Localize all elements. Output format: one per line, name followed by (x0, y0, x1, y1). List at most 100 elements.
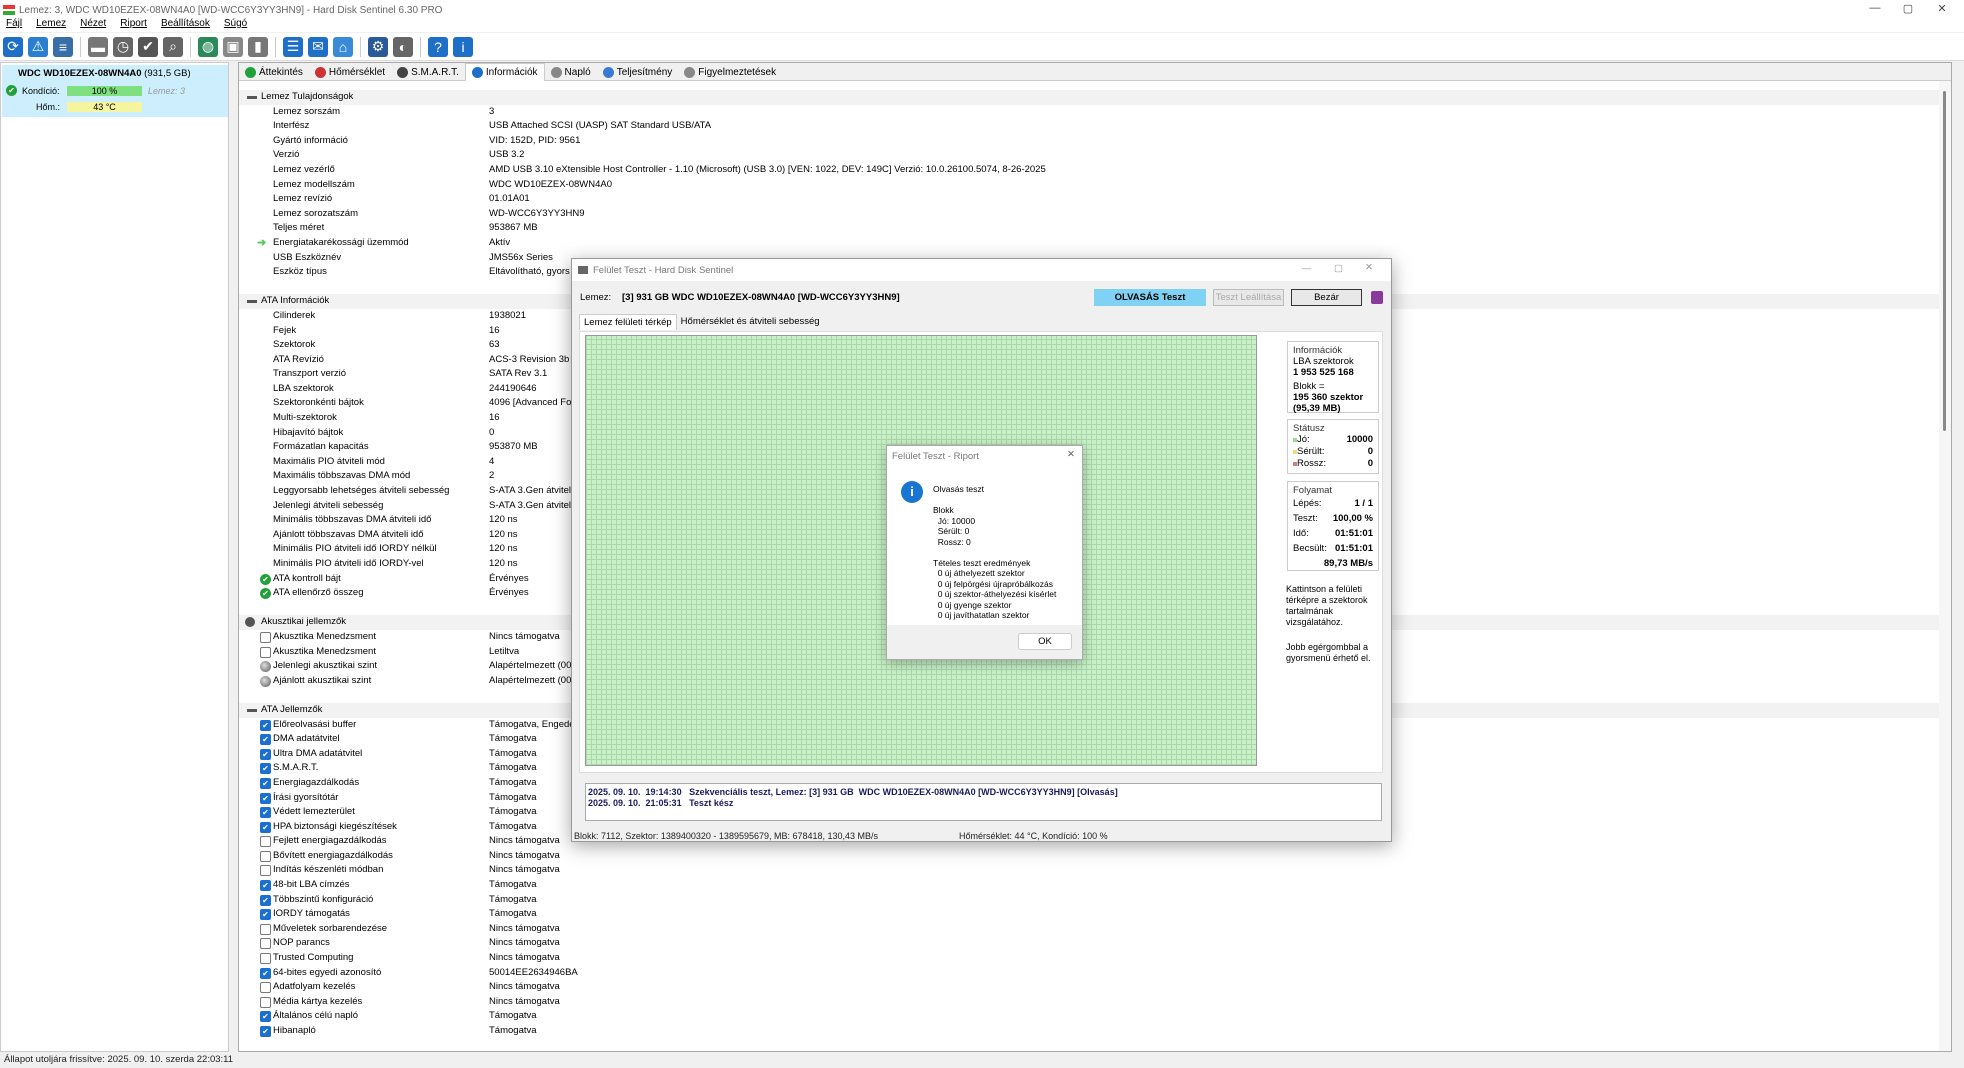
disk-gray-icon[interactable]: ▬ (88, 36, 108, 57)
checkbox-checked-icon: ✔ (260, 734, 271, 746)
collapse-icon[interactable] (247, 708, 257, 712)
checkbox-checked-icon: ✔ (260, 748, 271, 760)
disk-item[interactable]: WDC WD10EZEX-08WN4A0 (931,5 GB) ✔ Kondíc… (2, 65, 228, 117)
help-icon[interactable]: ? (428, 36, 448, 57)
checkbox-unchecked-icon (260, 646, 271, 658)
usb-drive-icon[interactable]: ▮ (248, 36, 268, 57)
section-header[interactable]: Lemez Tulajdonságok (239, 90, 1939, 105)
gear-icon[interactable]: ⚙ (368, 36, 388, 57)
temperature-condition-status: Hőmérséklet: 44 °C, Kondíció: 100 % (959, 831, 1108, 841)
checkbox-unchecked-icon (260, 865, 271, 877)
maximize-button[interactable]: ▢ (1334, 263, 1343, 274)
disk-number: Lemez: 3 (148, 86, 186, 96)
property-label: 64-bites egyedi azonosító (273, 966, 382, 978)
property-row: Lemez revízió 01.01A01 (239, 192, 1939, 207)
globe-disk-icon[interactable]: ◍ (198, 36, 218, 57)
menu-2[interactable]: Nézet (80, 18, 106, 32)
tab-6[interactable]: Figyelmeztetések (678, 63, 782, 81)
tab-2[interactable]: S.M.A.R.T. (391, 63, 465, 81)
save-icon[interactable] (1371, 291, 1383, 304)
menu-3[interactable]: Riport (120, 18, 147, 32)
scrollbar-thumb[interactable] (1943, 91, 1946, 431)
menu-4[interactable]: Beállítások (161, 18, 210, 32)
property-value: WDC WD10EZEX-08WN4A0 (489, 178, 612, 190)
property-value: AMD USB 3.10 eXtensible Host Controller … (489, 163, 1046, 175)
minimize-button[interactable]: — (1302, 263, 1312, 274)
close-test-button[interactable]: Bezár (1291, 289, 1362, 306)
stop-test-button[interactable]: Teszt Leállítása (1213, 289, 1284, 306)
mail-icon[interactable]: ✉ (308, 36, 328, 57)
property-value: Támogatva, Engedél (489, 718, 577, 730)
property-value: Eltávolítható, gyors e (489, 266, 578, 278)
refresh-warning-icon[interactable]: ⚠ (28, 36, 48, 57)
property-row: Indítás készenléti módban Nincs támogatva (239, 863, 1939, 878)
property-row: Műveletek sorbarendezése Nincs támogatva (239, 922, 1939, 937)
info-icon[interactable]: i (453, 36, 473, 57)
tab-4[interactable]: Napló (545, 63, 597, 81)
collapse-icon[interactable] (247, 300, 257, 304)
ok-button[interactable]: OK (1018, 633, 1072, 650)
property-label: NOP parancs (273, 937, 330, 949)
condition-bar: 100 % (67, 86, 142, 96)
vertical-scrollbar[interactable] (1939, 81, 1951, 1051)
tab-3[interactable]: Információk (464, 63, 545, 81)
check-icon: ✔ (6, 85, 17, 96)
property-label: Ajánlott többszavas DMA átviteli idő (273, 528, 424, 540)
thermometer-icon (314, 66, 326, 78)
tab-0[interactable]: Áttekintés (239, 63, 309, 81)
property-value: 50014EE2634946BA (489, 966, 578, 978)
drive-bay-icon[interactable]: ▣ (223, 36, 243, 57)
temperature-bar: 43 °C (67, 102, 142, 112)
speaker-icon[interactable]: ◐ (393, 36, 413, 57)
property-label: Jelenlegi akusztikai szint (273, 660, 378, 672)
main-tabs: Áttekintés Hőmérséklet S.M.A.R.T. Informáci… (239, 63, 1951, 81)
notepad-icon[interactable]: ☰ (283, 36, 303, 57)
property-value: JMS56x Series (489, 251, 553, 263)
tab-temperature-speed[interactable]: Hőmérséklet és átviteli sebesség (677, 314, 824, 330)
disk-clock-icon[interactable]: ◷ (113, 36, 133, 57)
section-title: Lemez Tulajdonságok (261, 91, 354, 102)
report-footer: OK (887, 625, 1082, 659)
tab-surface-map[interactable]: Lemez felületi térkép (579, 314, 677, 330)
log-entry: 2025. 09. 10. 21:05:31 Teszt kész (588, 798, 734, 808)
network-icon[interactable]: ⌂ (333, 36, 353, 57)
property-value: Támogatva (489, 762, 537, 774)
surface-test-title: Felület Teszt - Hard Disk Sentinel (593, 264, 734, 276)
property-value: S-ATA 3.Gen átviteli s (489, 499, 581, 511)
disk-check-icon[interactable]: ✔ (138, 36, 158, 57)
menu-1[interactable]: Lemez (36, 18, 66, 32)
close-button[interactable]: ✕ (1365, 262, 1373, 273)
property-value: USB Attached SCSI (UASP) SAT Standard US… (489, 120, 712, 132)
speaker-icon (245, 617, 255, 628)
refresh-icon[interactable]: ⟳ (3, 36, 23, 57)
property-label: Hibanapló (273, 1025, 316, 1036)
menu-0[interactable]: Fájl (6, 18, 22, 32)
close-button[interactable]: ✕ (1067, 449, 1075, 460)
estimated-time: 01:51:01 (1334, 543, 1373, 554)
bad-value: 0 (1367, 458, 1373, 469)
tab-1[interactable]: Hőmérséklet (309, 63, 391, 81)
disk-search-icon[interactable]: ⌕ (163, 36, 183, 57)
collapse-icon[interactable] (247, 96, 257, 99)
checkbox-unchecked-icon (260, 982, 271, 994)
close-button[interactable]: ✕ (1922, 2, 1962, 15)
property-value: Aktív (489, 236, 511, 248)
property-value: Támogatva (489, 893, 537, 905)
section-title: ATA Jellemzők (261, 703, 323, 715)
tab-5[interactable]: Teljesítmény (597, 63, 679, 81)
property-label: Cilinderek (273, 309, 316, 321)
property-value: 16 (489, 324, 500, 336)
disk-icon (397, 66, 409, 78)
test-mode-button[interactable]: OLVASÁS Teszt (1094, 289, 1206, 306)
disk-list-icon[interactable]: ≡ (53, 36, 73, 57)
menu-bar: Fájl Lemez Nézet Riport Beállítások Súgó (0, 18, 1964, 32)
menu-5[interactable]: Súgó (224, 18, 247, 32)
disk-selection: [3] 931 GB WDC WD10EZEX-08WN4A0 [WD-WCC6… (622, 292, 900, 303)
property-label: Akusztika Menedzsment (273, 630, 376, 642)
property-label: Adatfolyam kezelés (273, 981, 356, 993)
property-value: Nincs támogatva (489, 630, 560, 642)
speaker-icon (260, 661, 271, 673)
window-title: Lemez: 3, WDC WD10EZEX-08WN4A0 [WD-WCC6Y… (19, 4, 443, 16)
property-row: Lemez vezérlő AMD USB 3.10 eXtensible Hos… (239, 163, 1939, 178)
temperature-value: 43 °C (93, 102, 116, 112)
